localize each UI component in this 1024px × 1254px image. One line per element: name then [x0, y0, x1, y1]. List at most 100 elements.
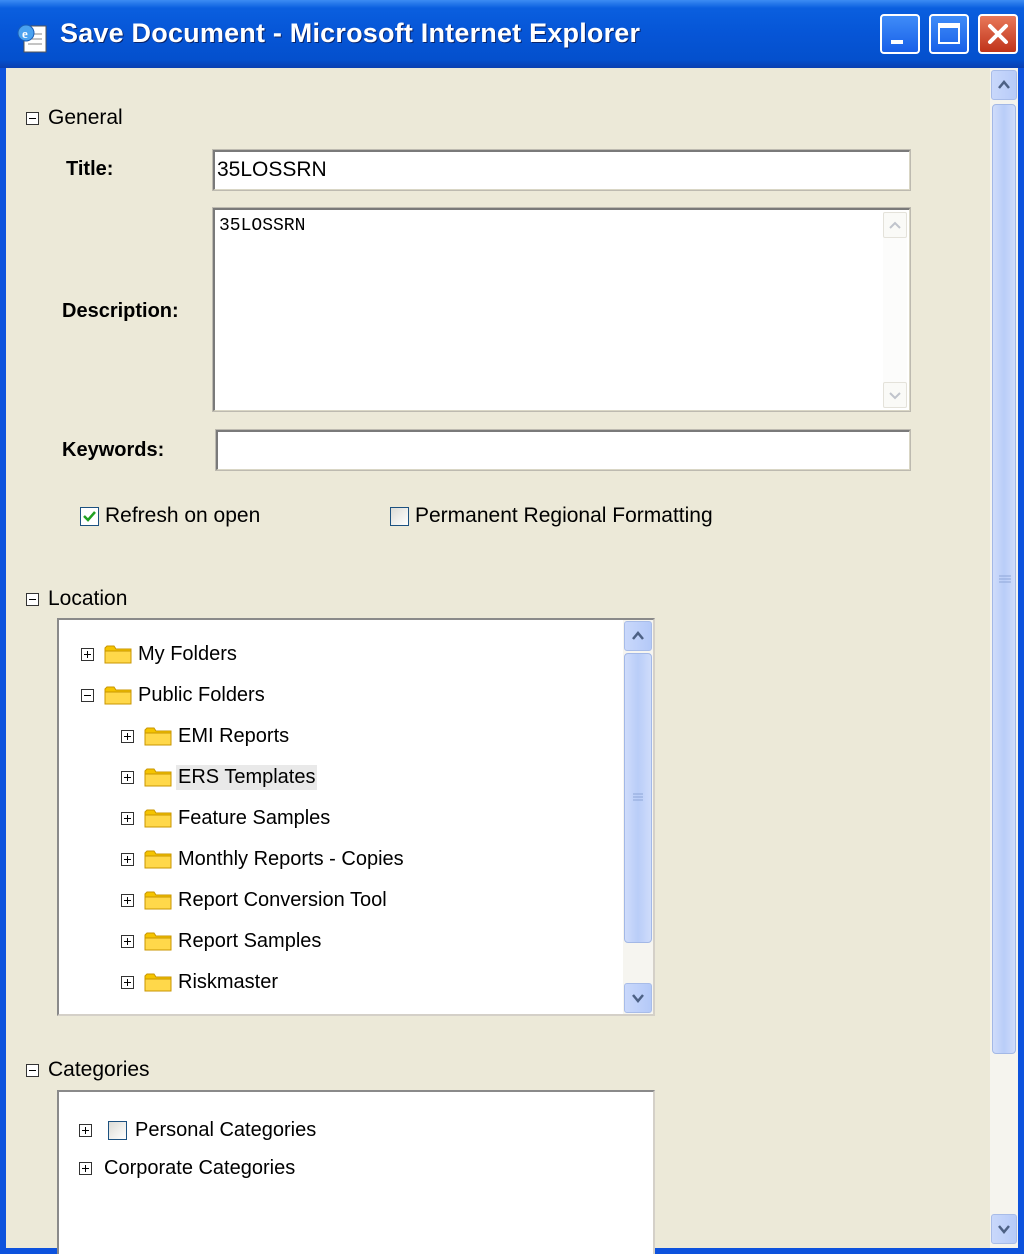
- tree-item-ers-templates[interactable]: ERS Templates: [121, 761, 318, 793]
- description-scrollbar[interactable]: [883, 212, 907, 408]
- tree-item-personal-categories[interactable]: Personal Categories: [79, 1114, 318, 1146]
- categories-section-header[interactable]: Categories: [26, 1055, 150, 1085]
- regional-label: Permanent Regional Formatting: [415, 504, 713, 527]
- description-textarea[interactable]: 35LOSSRN: [212, 207, 911, 412]
- page-scrollbar[interactable]: [990, 68, 1018, 1248]
- tree-item-my-folders[interactable]: My Folders: [81, 638, 239, 670]
- expand-icon[interactable]: [81, 647, 94, 661]
- maximize-button[interactable]: [929, 14, 969, 54]
- tree-item-report-conversion-tool[interactable]: Report Conversion Tool: [121, 884, 389, 916]
- refresh-checkbox[interactable]: [80, 506, 99, 526]
- tree-item-emi-reports[interactable]: EMI Reports: [121, 720, 291, 752]
- general-section-header[interactable]: General: [26, 103, 123, 133]
- title-input-value: 35LOSSRN: [217, 158, 327, 181]
- textarea-scroll-down[interactable]: [883, 382, 907, 408]
- tree-item-monthly-reports-copies[interactable]: Monthly Reports - Copies: [121, 843, 406, 875]
- tree-item-label: ERS Templates: [176, 764, 318, 790]
- folder-icon: [104, 645, 132, 664]
- textarea-scroll-up[interactable]: [883, 212, 907, 238]
- location-tree[interactable]: My Folders Public Folders EMI Reports ER…: [57, 618, 655, 1016]
- tree-item-riskmaster[interactable]: Riskmaster: [121, 966, 280, 998]
- scroll-thumb[interactable]: [992, 104, 1016, 1054]
- chevron-down-icon: [632, 994, 644, 1003]
- keywords-input[interactable]: [215, 429, 911, 471]
- chevron-up-icon: [998, 80, 1010, 89]
- folder-icon: [144, 809, 172, 828]
- folder-icon: [104, 686, 132, 705]
- tree-item-label: Monthly Reports - Copies: [178, 847, 404, 870]
- tree-item-corporate-categories[interactable]: Corporate Categories: [79, 1152, 297, 1184]
- tree-item-report-samples[interactable]: Report Samples: [121, 925, 323, 957]
- tree-scroll-down-button[interactable]: [624, 983, 652, 1013]
- expand-icon[interactable]: [121, 893, 134, 907]
- expand-icon[interactable]: [79, 1161, 92, 1175]
- tree-item-label: EMI Reports: [178, 724, 290, 747]
- checkmark-icon: [83, 510, 96, 522]
- general-heading: General: [48, 106, 123, 129]
- chevron-down-icon: [998, 1225, 1010, 1234]
- close-icon: [988, 24, 1008, 44]
- ie-page-icon: e: [17, 24, 47, 53]
- svg-text:e: e: [22, 26, 28, 41]
- tree-item-public-folders[interactable]: Public Folders: [81, 679, 267, 711]
- description-value: 35LOSSRN: [219, 216, 306, 236]
- title-input[interactable]: 35LOSSRN: [212, 149, 911, 191]
- collapse-icon[interactable]: [81, 688, 94, 702]
- title-bar[interactable]: e Save Document - Microsoft Internet Exp…: [0, 0, 1024, 68]
- tree-scroll-thumb[interactable]: [624, 653, 652, 943]
- chevron-up-icon: [889, 221, 901, 229]
- minimize-icon: [891, 40, 903, 44]
- description-label: Description:: [62, 300, 179, 322]
- scroll-down-button[interactable]: [991, 1214, 1017, 1244]
- tree-scroll-up-button[interactable]: [624, 621, 652, 651]
- collapse-icon[interactable]: [26, 1063, 39, 1077]
- folder-icon: [144, 850, 172, 869]
- tree-item-label: Report Conversion Tool: [178, 888, 387, 911]
- grip-icon: [633, 793, 643, 801]
- chevron-up-icon: [632, 631, 644, 640]
- title-label: Title:: [66, 158, 114, 180]
- folder-icon: [144, 768, 172, 787]
- location-section-header[interactable]: Location: [26, 584, 127, 614]
- folder-icon: [144, 727, 172, 746]
- chevron-down-icon: [889, 392, 901, 400]
- expand-icon[interactable]: [121, 811, 134, 825]
- expand-icon[interactable]: [121, 729, 134, 743]
- folder-icon: [144, 932, 172, 951]
- scroll-up-button[interactable]: [991, 70, 1017, 100]
- personal-categories-checkbox[interactable]: [108, 1120, 127, 1140]
- collapse-icon[interactable]: [26, 592, 39, 606]
- location-tree-scrollbar[interactable]: [623, 620, 653, 1014]
- tree-item-label: Feature Samples: [178, 806, 331, 829]
- regional-checkbox[interactable]: [390, 506, 409, 526]
- folder-icon: [144, 973, 172, 992]
- grip-icon: [999, 575, 1011, 583]
- tree-item-label: Riskmaster: [178, 970, 279, 993]
- maximize-icon: [938, 23, 960, 44]
- expand-icon[interactable]: [121, 934, 134, 948]
- window-frame-right: [1018, 68, 1024, 1254]
- tree-item-label: Personal Categories: [135, 1118, 317, 1141]
- close-button[interactable]: [978, 14, 1018, 54]
- expand-icon[interactable]: [121, 975, 134, 989]
- categories-tree[interactable]: Personal Categories Corporate Categories: [57, 1090, 655, 1254]
- collapse-icon[interactable]: [26, 111, 39, 125]
- categories-heading: Categories: [48, 1058, 150, 1081]
- expand-icon[interactable]: [121, 852, 134, 866]
- tree-item-label: My Folders: [138, 642, 237, 665]
- folder-icon: [144, 891, 172, 910]
- refresh-label: Refresh on open: [105, 504, 261, 527]
- tree-item-label: Report Samples: [178, 929, 322, 952]
- tree-item-feature-samples[interactable]: Feature Samples: [121, 802, 332, 834]
- keywords-label: Keywords:: [62, 439, 165, 461]
- refresh-on-open-option[interactable]: Refresh on open: [80, 504, 260, 528]
- expand-icon[interactable]: [121, 770, 134, 784]
- tree-item-label: Corporate Categories: [104, 1156, 296, 1179]
- location-heading: Location: [48, 587, 128, 610]
- expand-icon[interactable]: [79, 1123, 92, 1137]
- window-title: Save Document - Microsoft Internet Explo…: [60, 18, 641, 48]
- tree-item-label: Public Folders: [138, 683, 265, 706]
- minimize-button[interactable]: [880, 14, 920, 54]
- window-frame-left: [0, 68, 6, 1254]
- permanent-regional-formatting-option[interactable]: Permanent Regional Formatting: [390, 504, 713, 528]
